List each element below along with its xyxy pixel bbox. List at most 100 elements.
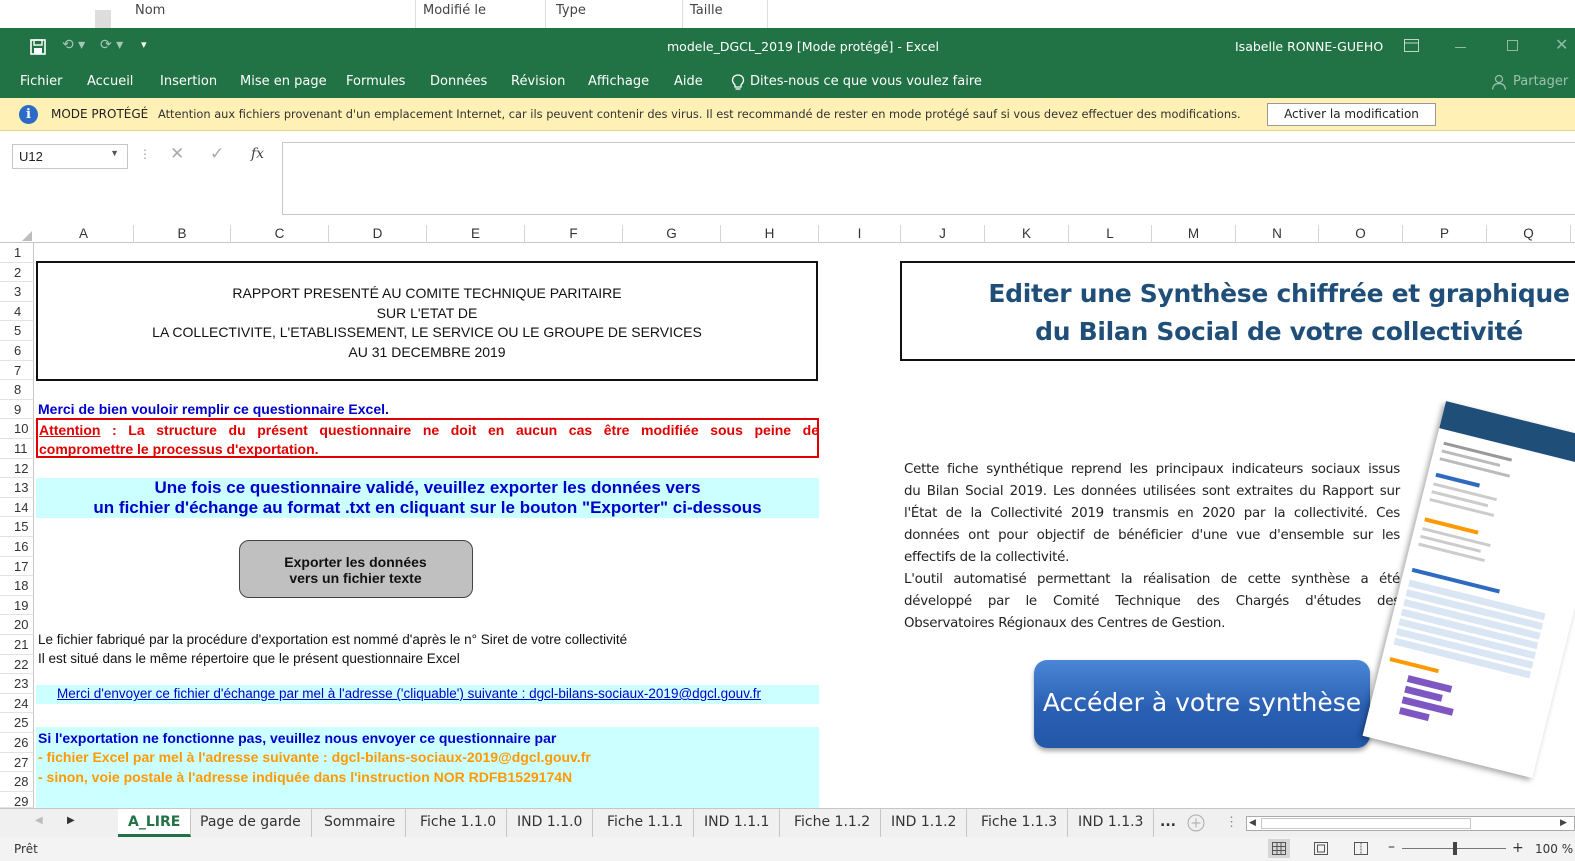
col-header-n[interactable]: N <box>1236 225 1319 243</box>
share-button[interactable]: Partager <box>1513 74 1568 89</box>
zoom-level[interactable]: 100 % <box>1535 842 1573 856</box>
row-header[interactable]: 3 <box>0 282 34 302</box>
horizontal-scrollbar[interactable]: ◀ ▶ <box>1246 816 1575 831</box>
col-header-j[interactable]: J <box>901 225 985 243</box>
col-header-e[interactable]: E <box>427 225 525 243</box>
row-header[interactable]: 22 <box>0 654 34 675</box>
row-header[interactable]: 10 <box>0 419 34 439</box>
tab-donnees[interactable]: Données <box>430 74 487 89</box>
row-header[interactable]: 21 <box>0 635 34 655</box>
insert-function-icon[interactable]: fx <box>251 146 264 162</box>
col-header-m[interactable]: M <box>1152 225 1236 243</box>
col-header-l[interactable]: L <box>1069 225 1152 243</box>
user-name[interactable]: Isabelle RONNE-GUEHO <box>1235 39 1383 54</box>
col-header-a[interactable]: A <box>34 225 134 243</box>
sheet-tab-ind-112[interactable]: IND 1.1.2 <box>881 809 968 837</box>
enable-editing-button[interactable]: Activer la modification <box>1267 103 1436 126</box>
share-person-icon[interactable] <box>1491 74 1507 90</box>
tab-fichier[interactable]: Fichier <box>20 74 63 89</box>
row-header[interactable]: 17 <box>0 556 34 577</box>
worksheet-grid[interactable]: RAPPORT PRESENTÉ AU COMITE TECHNIQUE PAR… <box>34 243 1575 808</box>
mail-link[interactable]: Merci d'envoyer ce fichier d'échange par… <box>57 686 761 701</box>
row-header[interactable]: 11 <box>0 439 34 459</box>
row-header[interactable]: 29 <box>0 791 34 809</box>
tab-affichage[interactable]: Affichage <box>588 74 649 89</box>
minimize-icon[interactable] <box>1455 47 1466 48</box>
row-header[interactable]: 27 <box>0 752 34 773</box>
col-header-c[interactable]: C <box>231 225 329 243</box>
scrollbar-thumb[interactable] <box>1261 818 1471 829</box>
add-sheet-icon[interactable] <box>1187 814 1205 832</box>
col-header-q[interactable]: Q <box>1487 225 1571 243</box>
tab-accueil[interactable]: Accueil <box>87 74 133 89</box>
sheet-tab-more[interactable]: ... <box>1150 809 1186 837</box>
row-header[interactable]: 9 <box>0 399 34 420</box>
row-header[interactable]: 19 <box>0 595 34 616</box>
col-header-g[interactable]: G <box>623 225 721 243</box>
sheet-tab-ind-113[interactable]: IND 1.1.3 <box>1068 809 1155 837</box>
formula-input[interactable] <box>282 142 1575 215</box>
sheet-tab-a-lire[interactable]: A_LIRE <box>118 809 192 837</box>
col-header-i[interactable]: I <box>819 225 901 243</box>
redo-icon[interactable]: ⟳ ▾ <box>100 37 123 53</box>
close-icon[interactable]: ✕ <box>1555 35 1568 54</box>
row-header[interactable]: 24 <box>0 693 34 714</box>
tab-formules[interactable]: Formules <box>346 74 405 89</box>
tab-mise-en-page[interactable]: Mise en page <box>240 74 327 89</box>
row-header[interactable]: 8 <box>0 380 34 400</box>
col-header-d[interactable]: D <box>329 225 427 243</box>
sheet-tab-ind-110[interactable]: IND 1.1.0 <box>507 809 594 837</box>
tab-aide[interactable]: Aide <box>674 74 703 89</box>
sheet-tab-fiche-113[interactable]: Fiche 1.1.3 <box>971 809 1069 837</box>
row-header[interactable]: 23 <box>0 674 34 694</box>
scroll-left-arrow-icon[interactable]: ◀ <box>1249 817 1256 828</box>
sheet-tab-ind-111[interactable]: IND 1.1.1 <box>694 809 781 837</box>
row-header[interactable]: 2 <box>0 262 34 283</box>
ribbon-display-options-icon[interactable] <box>1404 39 1419 52</box>
sheet-tab-fiche-112[interactable]: Fiche 1.1.2 <box>784 809 882 837</box>
row-header[interactable]: 4 <box>0 301 34 322</box>
access-synthesis-button[interactable]: Accéder à votre synthèse <box>1034 660 1370 748</box>
quick-access-customize-icon[interactable]: ▾ <box>141 38 147 51</box>
page-layout-icon[interactable] <box>1314 842 1328 855</box>
row-header[interactable]: 18 <box>0 576 34 596</box>
col-header-h[interactable]: H <box>721 225 819 243</box>
row-header[interactable]: 14 <box>0 497 34 518</box>
col-header-k[interactable]: K <box>985 225 1069 243</box>
row-header[interactable]: 20 <box>0 615 34 635</box>
sheet-tab-page-de-garde[interactable]: Page de garde <box>190 809 312 837</box>
zoom-out-icon[interactable]: – <box>1388 839 1395 855</box>
tab-insertion[interactable]: Insertion <box>160 74 217 89</box>
scroll-right-icon[interactable]: ▶ <box>67 815 75 826</box>
export-data-button[interactable]: Exporter les données vers un fichier tex… <box>239 540 473 598</box>
row-header[interactable]: 6 <box>0 341 34 361</box>
col-header-p[interactable]: P <box>1403 225 1487 243</box>
row-header[interactable]: 25 <box>0 713 34 733</box>
sheet-tab-sommaire[interactable]: Sommaire <box>314 809 407 837</box>
row-header[interactable]: 13 <box>0 478 34 498</box>
row-header[interactable]: 1 <box>0 243 34 263</box>
row-header[interactable]: 26 <box>0 733 34 753</box>
row-header[interactable]: 28 <box>0 772 34 792</box>
zoom-slider-thumb[interactable] <box>1453 842 1457 855</box>
col-header-o[interactable]: O <box>1319 225 1403 243</box>
tell-me-search[interactable]: Dites-nous ce que vous voulez faire <box>750 74 982 89</box>
tab-splitter-icon[interactable]: ⋮ <box>1225 814 1238 830</box>
row-header[interactable]: 5 <box>0 321 34 341</box>
row-header[interactable]: 7 <box>0 360 34 381</box>
zoom-in-icon[interactable]: + <box>1512 840 1524 856</box>
name-box[interactable]: U12 ▼ <box>12 144 128 169</box>
scroll-right-arrow-icon[interactable]: ▶ <box>1560 817 1567 828</box>
sheet-tab-fiche-110[interactable]: Fiche 1.1.0 <box>410 809 508 837</box>
col-header-f[interactable]: F <box>525 225 623 243</box>
row-header[interactable]: 15 <box>0 517 34 537</box>
tab-revision[interactable]: Révision <box>511 74 565 89</box>
chevron-down-icon[interactable]: ▼ <box>110 148 119 158</box>
save-icon[interactable] <box>30 39 46 55</box>
select-all-icon[interactable] <box>22 231 32 241</box>
maximize-icon[interactable] <box>1507 40 1518 51</box>
page-break-preview-icon[interactable] <box>1354 842 1368 855</box>
row-header[interactable]: 12 <box>0 458 34 479</box>
col-header-b[interactable]: B <box>134 225 231 243</box>
scroll-left-icon[interactable]: ◀ <box>35 815 43 826</box>
